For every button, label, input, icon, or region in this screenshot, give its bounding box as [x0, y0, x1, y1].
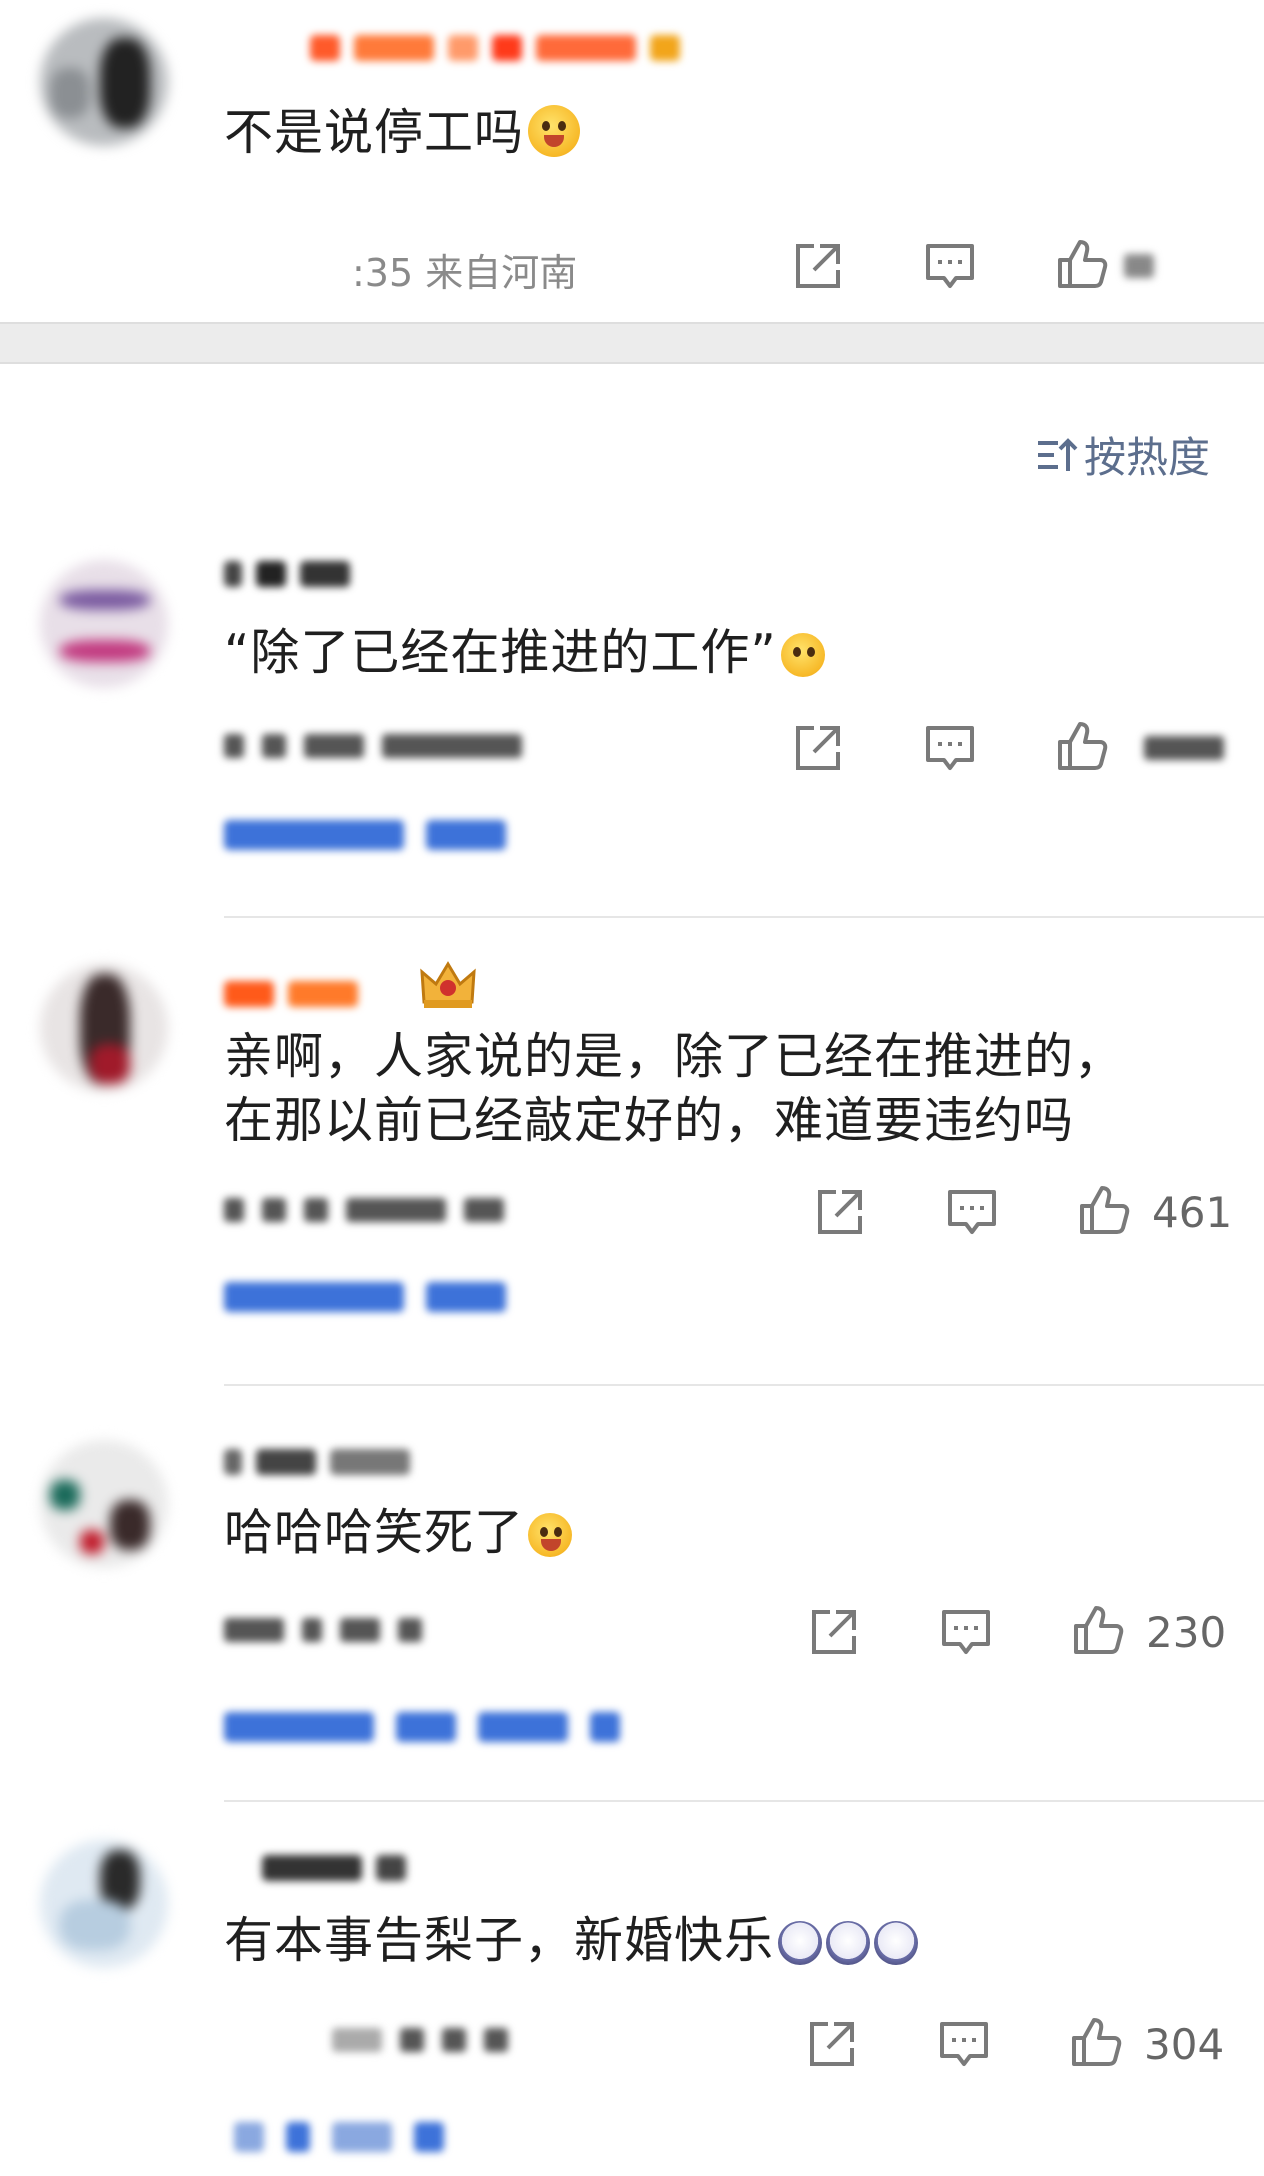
blurred-time-location: [224, 1190, 504, 1230]
share-icon: [810, 2022, 854, 2066]
divider: [224, 1800, 1264, 1802]
blurred-reply-link[interactable]: [224, 1272, 506, 1322]
avatar[interactable]: [40, 560, 168, 688]
blurred-time-location: [224, 1610, 422, 1650]
like-count: 230: [1146, 1608, 1227, 1657]
blurred-username[interactable]: [224, 554, 350, 594]
like-count: 304: [1144, 2020, 1225, 2069]
comment-item: 哈哈哈笑死了 230: [0, 1420, 1264, 1802]
blurred-time-location: [224, 726, 522, 766]
divider: [224, 916, 1264, 918]
avatar[interactable]: [40, 1840, 168, 1968]
like-button[interactable]: [1070, 1602, 1126, 1658]
blurred-like-count: [1144, 728, 1224, 768]
share-button[interactable]: [790, 238, 846, 294]
thumbs-up-icon: [1080, 1186, 1130, 1234]
thumbs-up-icon: [1058, 240, 1108, 288]
comment-text-line-2: 在那以前已经敲定好的，难道要违约吗: [224, 1092, 1075, 1149]
share-icon: [818, 1190, 862, 1234]
blurred-like-count: [1124, 246, 1154, 286]
comment-text: 不是说停工吗: [224, 100, 581, 166]
blurred-username[interactable]: [224, 974, 358, 1014]
share-icon: [796, 726, 840, 770]
laughing-emoji: [528, 1513, 573, 1557]
comment-icon: [926, 726, 974, 770]
avatar[interactable]: [40, 1440, 168, 1568]
comment-icon: [926, 244, 974, 288]
comment-button[interactable]: [944, 1184, 1000, 1240]
blurred-reply-link[interactable]: [224, 1702, 620, 1752]
blurred-username[interactable]: [310, 28, 680, 68]
blurred-reply-link[interactable]: [234, 2112, 444, 2162]
avatar[interactable]: [40, 18, 168, 146]
share-icon: [796, 244, 840, 288]
share-button[interactable]: [804, 2016, 860, 2072]
comment-button[interactable]: [936, 2016, 992, 2072]
panda-emoji: [826, 1921, 871, 1965]
comment-text: “除了已经在推进的工作”: [224, 620, 825, 686]
like-button[interactable]: [1054, 718, 1110, 774]
comment-text: 有本事告梨子，新婚快乐: [224, 1908, 919, 1974]
avatar[interactable]: [40, 964, 168, 1092]
comment-icon: [948, 1190, 996, 1234]
wave-emoji: [780, 633, 825, 677]
comment-button[interactable]: [922, 720, 978, 776]
blurred-time-location: [332, 2020, 508, 2060]
thumbs-up-icon: [1058, 722, 1108, 770]
share-icon: [812, 1610, 856, 1654]
comment-icon: [942, 1610, 990, 1654]
like-button[interactable]: [1054, 236, 1110, 292]
share-button[interactable]: [812, 1184, 868, 1240]
sort-toggle[interactable]: 按热度: [1034, 424, 1210, 485]
laugh-cry-emoji: [528, 105, 581, 157]
share-button[interactable]: [790, 720, 846, 776]
comment-text: 哈哈哈笑死了: [224, 1500, 573, 1566]
comment-button[interactable]: [922, 238, 978, 294]
top-comment: 不是说停工吗 :35 来自河南: [0, 0, 1264, 322]
share-button[interactable]: [806, 1604, 862, 1660]
time-location: :35 来自河南: [352, 251, 578, 295]
comment-icon: [940, 2022, 988, 2066]
thumbs-up-icon: [1072, 2018, 1122, 2066]
panda-emoji: [778, 1921, 823, 1965]
sort-label: 按热度: [1084, 433, 1211, 482]
like-button[interactable]: [1068, 2014, 1124, 2070]
divider: [224, 1384, 1264, 1386]
comment-text-line-1: 亲啊，人家说的是，除了已经在推进的，: [224, 1028, 1125, 1085]
crown-badge-icon: [418, 958, 478, 1010]
comment-item: 有本事告梨子，新婚快乐 304: [0, 1830, 1264, 2176]
section-divider: [0, 322, 1264, 364]
blurred-username[interactable]: [262, 1848, 406, 1888]
comment-button[interactable]: [938, 1604, 994, 1660]
comment-item: “除了已经在推进的工作”: [0, 540, 1264, 920]
like-button[interactable]: [1076, 1182, 1132, 1238]
sort-icon: [1038, 437, 1078, 471]
blurred-username[interactable]: [224, 1442, 410, 1482]
thumbs-up-icon: [1074, 1606, 1124, 1654]
like-count: 461: [1152, 1188, 1233, 1237]
blurred-reply-link[interactable]: [224, 810, 506, 860]
comment-item: 亲啊，人家说的是，除了已经在推进的， 在那以前已经敲定好的，难道要违约吗 461: [0, 950, 1264, 1390]
panda-emoji: [874, 1921, 919, 1965]
